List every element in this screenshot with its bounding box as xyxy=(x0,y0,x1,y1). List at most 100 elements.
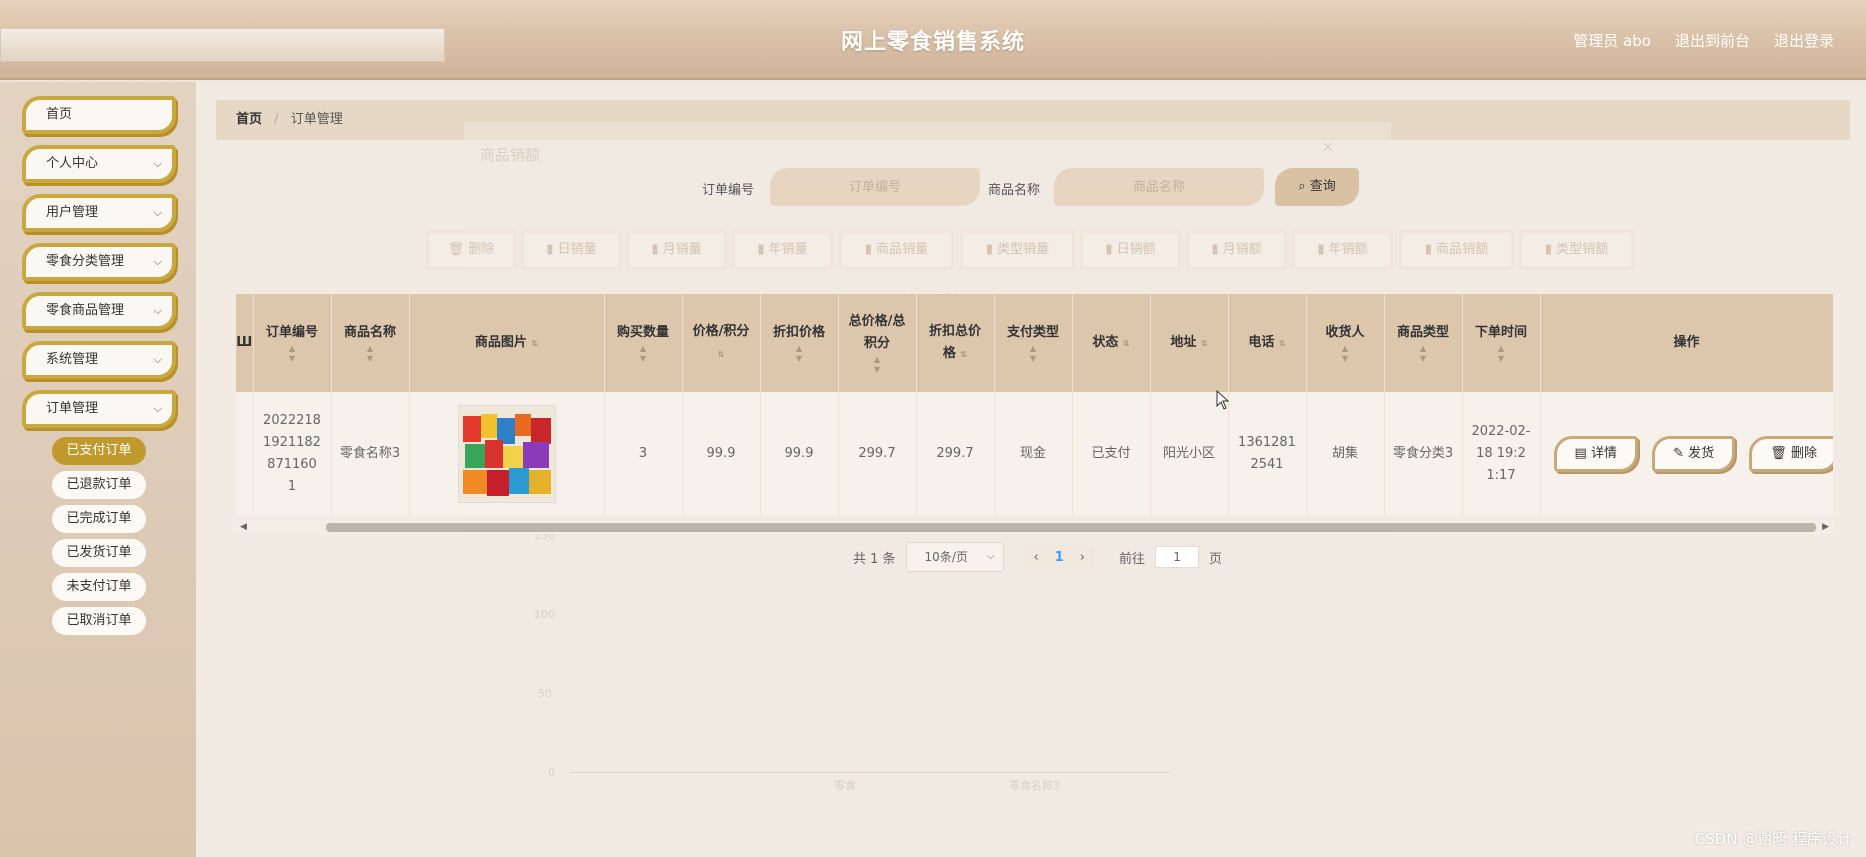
yearly-sales-qty-button[interactable]: ▮ 年销量 xyxy=(732,230,833,270)
detail-button[interactable]: ▤ 详情 xyxy=(1553,436,1638,472)
col-header-partial: Ш xyxy=(236,294,254,392)
sort-icon[interactable]: ▲ ▼ xyxy=(340,344,401,364)
daily-sales-qty-button[interactable]: ▮ 日销量 xyxy=(521,230,622,270)
col-label: 订单编号 xyxy=(265,325,318,340)
sidebar-item-order-management[interactable]: 订单管理 ⌵ xyxy=(22,390,176,428)
submenu-paid-orders[interactable]: 已支付订单 xyxy=(52,437,146,465)
col-header-order-time[interactable]: 下单时间 ▲ ▼ xyxy=(1462,294,1541,392)
daily-revenue-button[interactable]: ▮ 日销额 xyxy=(1080,230,1181,270)
submenu-completed-orders[interactable]: 已完成订单 xyxy=(52,505,146,533)
submenu-refunded-orders[interactable]: 已退款订单 xyxy=(52,471,146,499)
product-sales-qty-button[interactable]: ▮ 商品销量 xyxy=(839,230,954,270)
sort-icon[interactable]: ▲ ▼ xyxy=(1003,344,1064,364)
delete-button[interactable]: 🗑 删除 xyxy=(1749,436,1833,472)
breadcrumb-home[interactable]: 首页 xyxy=(236,112,262,127)
next-page-icon[interactable]: › xyxy=(1080,550,1085,565)
prev-page-icon[interactable]: ‹ xyxy=(1034,550,1039,565)
sort-icon[interactable]: ⇅ xyxy=(531,339,538,348)
sort-icon[interactable]: ⇅ xyxy=(1201,339,1208,348)
action-label: 月销额 xyxy=(1222,242,1262,257)
page-nav: ‹ 1 › xyxy=(1023,546,1095,568)
col-label: 地址 xyxy=(1170,334,1197,350)
sort-icon[interactable]: ▲ ▼ xyxy=(1471,344,1532,364)
scrollbar-thumb[interactable] xyxy=(326,523,1816,532)
sort-icon[interactable]: ▲ ▼ xyxy=(1315,344,1376,364)
sidebar-item-user-management[interactable]: 用户管理 ⌵ xyxy=(22,194,176,232)
col-header-quantity[interactable]: 购买数量 ▲ ▼ xyxy=(604,294,683,392)
bar-chart-icon: ▮ xyxy=(1211,242,1219,257)
sidebar-item-personal-center[interactable]: 个人中心 ⌵ xyxy=(22,145,176,183)
sort-icon[interactable]: ▲ ▼ xyxy=(613,344,674,364)
sort-icon[interactable]: ⇅ xyxy=(718,350,725,359)
col-header-phone[interactable]: 电话 ⇅ xyxy=(1228,294,1307,392)
orders-table: Ш 订单编号 ▲ ▼ 商品名称 ▲ ▼ 商品图片 ⇅ 购买数量 ▲ ▼ 价格/积分 ⇅ 折扣… xyxy=(236,294,1833,522)
chevron-down-icon: ⌵ xyxy=(153,402,162,415)
col-header-receiver[interactable]: 收货人 ▲ ▼ xyxy=(1306,294,1385,392)
cell-price: 99.9 xyxy=(682,392,761,516)
horizontal-scrollbar[interactable]: ◀ ▶ xyxy=(236,520,1833,534)
submenu-unpaid-orders[interactable]: 未支付订单 xyxy=(52,573,146,601)
product-revenue-button[interactable]: ▮ 商品销额 xyxy=(1399,230,1514,270)
order-no-input[interactable] xyxy=(770,168,980,206)
watermark: CSDN @谢昭 程序设计 xyxy=(1694,830,1852,848)
logout-link[interactable]: 退出登录 xyxy=(1774,30,1834,51)
category-revenue-button[interactable]: ▮ 类型销额 xyxy=(1519,230,1634,270)
col-header-address[interactable]: 地址 ⇅ xyxy=(1150,294,1229,392)
col-header-order-no[interactable]: 订单编号 ▲ ▼ xyxy=(253,294,332,392)
product-name-input[interactable] xyxy=(1054,168,1264,206)
col-header-product-name[interactable]: 商品名称 ▲ ▼ xyxy=(331,294,410,392)
col-header-discount-total[interactable]: 折扣总价格 ⇅ xyxy=(916,294,995,392)
sidebar-item-home[interactable]: 首页 xyxy=(22,96,176,134)
sort-icon[interactable]: ▲ ▼ xyxy=(769,344,830,364)
query-button[interactable]: ⌕ 查询 xyxy=(1275,168,1359,206)
scroll-right-icon[interactable]: ▶ xyxy=(1822,520,1829,534)
page-size-select[interactable]: 10条/页 ⌵ xyxy=(905,542,1004,572)
monthly-revenue-button[interactable]: ▮ 月销额 xyxy=(1186,230,1287,270)
submenu-shipped-orders[interactable]: 已发货订单 xyxy=(52,539,146,567)
sidebar-item-product-management[interactable]: 零食商品管理 ⌵ xyxy=(22,292,176,330)
search-icon: ⌕ xyxy=(1298,179,1306,194)
mouse-cursor-icon xyxy=(1216,390,1230,410)
sort-icon[interactable]: ⇅ xyxy=(1123,339,1130,348)
sort-icon[interactable]: ⇅ xyxy=(1279,339,1286,348)
col-header-total[interactable]: 总价格/总积分 ▲ ▼ xyxy=(838,294,917,392)
col-header-discount-price[interactable]: 折扣价格 ▲ ▼ xyxy=(760,294,839,392)
breadcrumb: 首页 / 订单管理 xyxy=(216,100,1850,140)
sidebar-item-label: 用户管理 xyxy=(46,205,99,220)
sidebar-item-system-management[interactable]: 系统管理 ⌵ xyxy=(22,341,176,379)
action-label: 年销额 xyxy=(1328,242,1368,257)
bulk-delete-button[interactable]: 🗑 删除 xyxy=(426,230,516,270)
sort-icon[interactable]: ▲ ▼ xyxy=(262,344,323,364)
admin-label: 管理员 abo xyxy=(1573,32,1651,50)
goto-page-input[interactable]: 1 xyxy=(1155,546,1200,568)
chevron-down-icon: ⌵ xyxy=(153,206,162,219)
col-label: 下单时间 xyxy=(1474,325,1527,340)
col-header-status[interactable]: 状态 ⇅ xyxy=(1072,294,1151,392)
sort-icon[interactable]: ⇅ xyxy=(960,350,967,359)
sort-icon[interactable]: ▲ ▼ xyxy=(1393,344,1454,364)
button-label: 详情 xyxy=(1590,446,1617,461)
scroll-left-icon[interactable]: ◀ xyxy=(240,520,247,534)
col-label: 商品名称 xyxy=(343,325,396,340)
col-header-product-image[interactable]: 商品图片 ⇅ xyxy=(409,294,605,392)
col-header-category[interactable]: 商品类型 ▲ ▼ xyxy=(1384,294,1463,392)
col-header-price[interactable]: 价格/积分 ⇅ xyxy=(682,294,761,392)
category-sales-qty-button[interactable]: ▮ 类型销量 xyxy=(960,230,1075,270)
product-name-label: 商品名称 xyxy=(988,183,1041,198)
product-image[interactable] xyxy=(457,405,556,503)
submenu-cancelled-orders[interactable]: 已取消订单 xyxy=(52,607,146,635)
trash-icon: 🗑 xyxy=(447,242,465,257)
action-label: 日销量 xyxy=(557,242,597,257)
monthly-sales-qty-button[interactable]: ▮ 月销量 xyxy=(626,230,727,270)
page-number-current[interactable]: 1 xyxy=(1055,550,1064,565)
cell-receiver: 胡集 xyxy=(1306,392,1385,516)
col-header-pay-type[interactable]: 支付类型 ▲ ▼ xyxy=(994,294,1073,392)
chevron-down-icon: ⌵ xyxy=(986,551,995,562)
breadcrumb-separator: / xyxy=(274,112,279,127)
sort-icon[interactable]: ▲ ▼ xyxy=(847,355,908,375)
ship-button[interactable]: ✎ 发货 xyxy=(1652,436,1736,472)
sidebar-item-category-management[interactable]: 零食分类管理 ⌵ xyxy=(22,243,176,281)
yearly-revenue-button[interactable]: ▮ 年销额 xyxy=(1292,230,1393,270)
bar-chart-icon: ▮ xyxy=(1105,242,1113,257)
to-frontend-link[interactable]: 退出到前台 xyxy=(1675,30,1750,51)
